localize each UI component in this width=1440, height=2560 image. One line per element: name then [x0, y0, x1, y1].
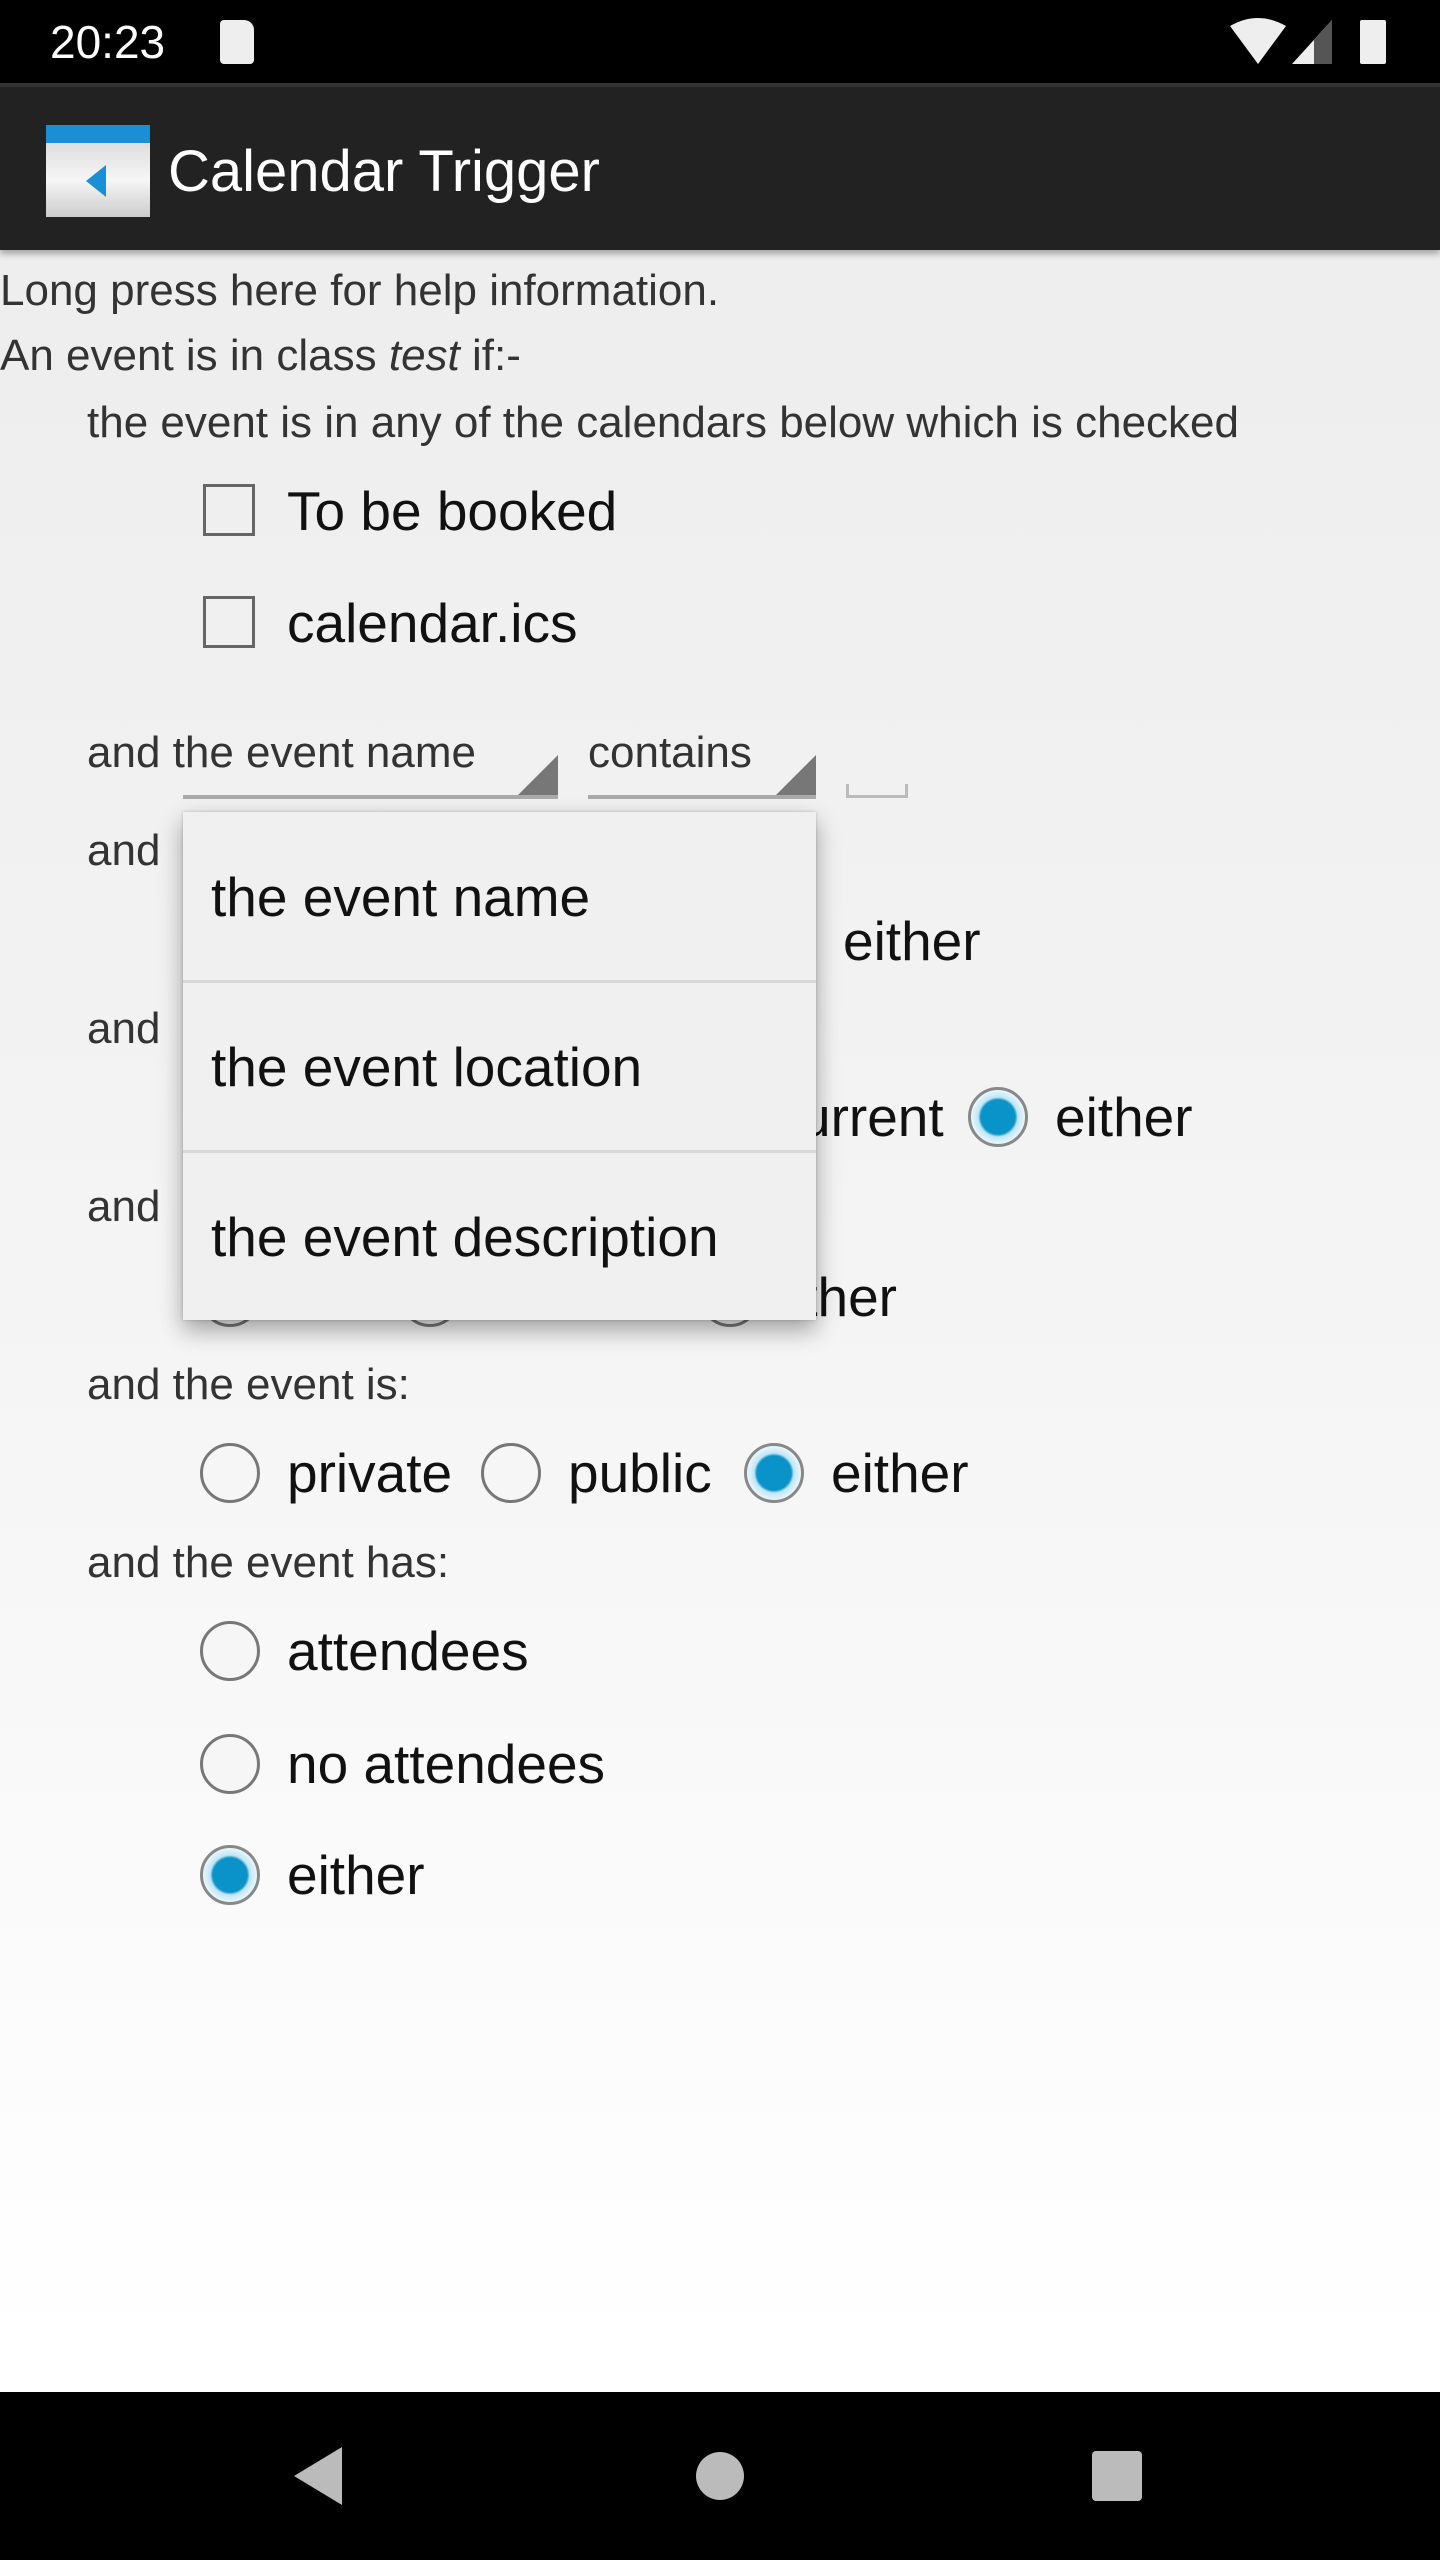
calendar-checkbox[interactable]: [203, 484, 255, 536]
wifi-icon: [1230, 18, 1286, 64]
calendar-label[interactable]: calendar.ics: [287, 591, 577, 655]
class-intro-prefix: An event is in class: [0, 331, 389, 380]
radio-button[interactable]: [968, 1087, 1028, 1147]
dropdown-option[interactable]: the event name: [183, 812, 816, 982]
calendar-mute-icon: [46, 125, 150, 217]
navigation-bar: [0, 2392, 1440, 2560]
radio-public[interactable]: [481, 1443, 541, 1503]
radio-label[interactable]: private: [287, 1441, 452, 1505]
row-label: and: [87, 1182, 161, 1231]
radio-either[interactable]: [744, 1443, 804, 1503]
radio-label[interactable]: no attendees: [287, 1732, 605, 1796]
radio-attendees[interactable]: [200, 1621, 260, 1681]
sd-card-icon: [220, 20, 254, 64]
visibility-label: and the event is:: [87, 1360, 410, 1409]
option-label[interactable]: either: [1055, 1085, 1193, 1149]
match-value-input[interactable]: [846, 784, 908, 798]
field-spinner[interactable]: [183, 745, 558, 799]
calendar-label[interactable]: To be booked: [287, 479, 617, 543]
class-intro: An event is in class test if:-: [0, 330, 521, 382]
class-intro-suffix: if:-: [459, 331, 521, 380]
row-label: and: [87, 1004, 161, 1053]
row-label: and: [87, 826, 161, 875]
signal-icon: [1292, 20, 1332, 64]
battery-icon: [1360, 20, 1386, 64]
action-bar: Calendar Trigger: [0, 83, 1440, 250]
option-label[interactable]: either: [843, 909, 981, 973]
radio-label[interactable]: either: [831, 1441, 969, 1505]
back-icon[interactable]: [290, 2445, 346, 2507]
option-label[interactable]: urrent: [800, 1085, 944, 1149]
app-title: Calendar Trigger: [168, 139, 600, 204]
dropdown-option[interactable]: the event location: [183, 982, 816, 1152]
radio-label[interactable]: attendees: [287, 1619, 529, 1683]
recents-icon[interactable]: [1092, 2451, 1142, 2501]
radio-label[interactable]: either: [287, 1843, 425, 1907]
dropdown-arrow-icon: [776, 755, 816, 795]
radio-either[interactable]: [200, 1845, 260, 1905]
calendar-checkbox[interactable]: [203, 596, 255, 648]
calendars-label: the event is in any of the calendars bel…: [87, 398, 1239, 447]
home-icon[interactable]: [696, 2452, 744, 2500]
class-name: test: [388, 331, 460, 380]
radio-private[interactable]: [200, 1443, 260, 1503]
dropdown-arrow-icon: [518, 755, 558, 795]
radio-no-attendees[interactable]: [200, 1734, 260, 1794]
status-time: 20:23: [50, 16, 166, 68]
status-bar: 20:23: [0, 0, 1440, 83]
dropdown-option[interactable]: the event description: [183, 1152, 816, 1322]
help-text[interactable]: Long press here for help information.: [0, 265, 719, 317]
radio-label[interactable]: public: [568, 1441, 712, 1505]
attendees-label: and the event has:: [87, 1538, 450, 1587]
field-dropdown-popup: the event name the event location the ev…: [183, 812, 816, 1320]
